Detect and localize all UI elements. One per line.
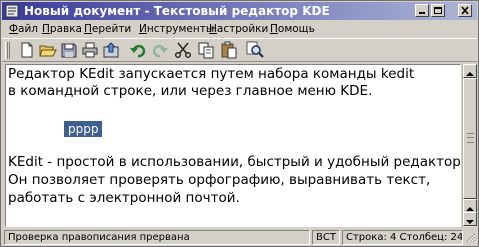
close-icon: [461, 6, 469, 15]
redo-icon: [152, 44, 168, 58]
arrow-down-icon: [466, 220, 474, 224]
close-button[interactable]: [458, 4, 472, 17]
status-cursor-position: Строка: 4 Столбец: 24: [342, 230, 463, 245]
menu-help[interactable]: Помощь: [270, 21, 315, 37]
save-button[interactable]: [60, 41, 78, 59]
cut-button[interactable]: [174, 41, 192, 59]
menu-edit[interactable]: Правка: [42, 21, 82, 37]
redo-button[interactable]: [151, 41, 169, 59]
thumb-grip: [467, 133, 474, 143]
cut-icon: [175, 42, 191, 58]
open-folder-icon: [39, 45, 57, 57]
new-document-icon: [21, 42, 33, 58]
copy-icon: [198, 42, 214, 59]
paste-button[interactable]: [220, 41, 238, 59]
title-bar[interactable]: Новый документ - Текстовый редактор KDE: [2, 2, 477, 20]
print-icon: [82, 42, 98, 58]
resize-grip-icon[interactable]: [465, 232, 476, 244]
save-icon: [61, 43, 77, 58]
toolbar: [2, 38, 477, 62]
kedit-app-icon[interactable]: [5, 4, 19, 18]
undo-button[interactable]: [129, 41, 147, 59]
find-icon: [246, 41, 264, 58]
menu-tools[interactable]: Инструменты: [139, 21, 214, 37]
status-bar: Проверка правописания прервана ВСТ Строк…: [2, 229, 477, 246]
editor-line-2: в командной строке, или через главное ме…: [8, 83, 373, 99]
toolbar-handle[interactable]: [5, 42, 10, 59]
scroll-up-button-2[interactable]: [463, 199, 477, 213]
editor-line-5: работать с электронной почтой.: [8, 190, 240, 206]
find-button[interactable]: [246, 41, 264, 59]
editor-line-4: Он позволяет проверять орфографию, вырав…: [8, 172, 431, 188]
paste-icon: [221, 41, 237, 59]
selected-text[interactable]: pppp: [64, 121, 103, 137]
editor-window: Новый документ - Текстовый редактор KDE …: [0, 0, 479, 247]
menu-file[interactable]: Файл: [9, 21, 38, 37]
editor-line-1: Редактор KEdit запускается путем набора …: [8, 66, 415, 82]
menu-bar: Файл Правка Перейти Инструменты Настройк…: [2, 20, 477, 38]
scroll-up-button[interactable]: [463, 64, 477, 78]
print-button[interactable]: [81, 41, 99, 59]
new-document-button[interactable]: [18, 41, 36, 59]
menu-go[interactable]: Перейти: [84, 21, 131, 37]
vertical-scrollbar[interactable]: [462, 64, 477, 227]
maximize-icon: [434, 7, 442, 14]
text-editor-area[interactable]: Редактор KEdit запускается путем набора …: [5, 64, 461, 227]
status-insert-mode: ВСТ: [312, 230, 340, 245]
minimize-icon: [419, 12, 425, 14]
scroll-down-button[interactable]: [463, 212, 477, 226]
maximize-button[interactable]: [431, 4, 445, 17]
menu-settings[interactable]: Настройки: [209, 21, 268, 37]
scrollbar-thumb[interactable]: [463, 78, 477, 199]
status-message: Проверка правописания прервана: [4, 230, 310, 245]
copy-button[interactable]: [197, 41, 215, 59]
minimize-button[interactable]: [415, 4, 429, 17]
window-title: Новый документ - Текстовый редактор KDE: [24, 4, 330, 18]
editor-line-3: KEdit - простой в использовании, быстрый…: [8, 154, 461, 170]
open-button[interactable]: [39, 41, 57, 59]
export-icon: [103, 42, 119, 58]
undo-icon: [130, 44, 146, 58]
export-button[interactable]: [102, 41, 120, 59]
